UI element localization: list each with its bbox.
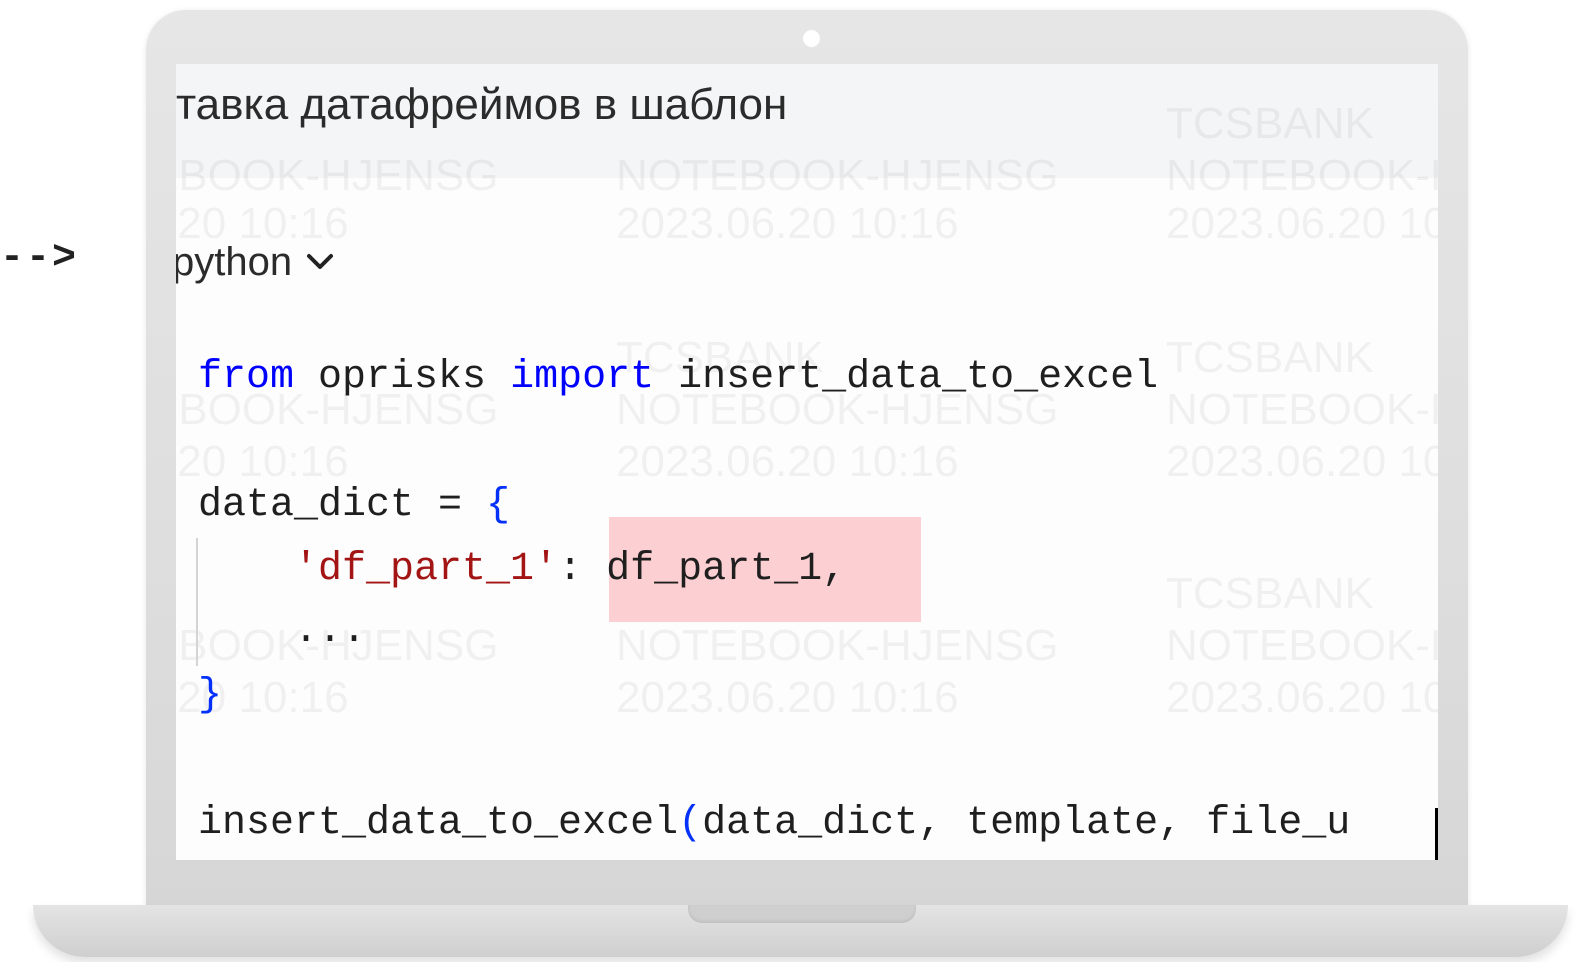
imported-name: insert_data_to_excel xyxy=(654,355,1159,400)
language-selector[interactable]: python xyxy=(176,234,334,290)
dict-value: df_part_1, xyxy=(606,547,847,592)
call-args: data_dict, template, file_u xyxy=(702,801,1351,846)
watermark-host: NOTEBOOK-HJENSG xyxy=(1166,621,1438,670)
keyword-from: from xyxy=(198,355,295,400)
title-bar: тавка датафреймов в шаблон xyxy=(176,64,1438,178)
code-line-dict-entry: 'df_part_1': df_part_1, xyxy=(198,540,846,600)
language-label: python xyxy=(176,239,293,284)
keyword-import: import xyxy=(510,355,655,400)
page-title: тавка датафреймов в шаблон xyxy=(176,80,788,129)
watermark-datetime: 2023.06.20 10:16 xyxy=(1166,673,1438,722)
code-line-dict-open: data_dict = { xyxy=(198,476,510,536)
code-line-call: insert_data_to_excel(data_dict, template… xyxy=(198,794,1350,854)
ellipsis: ... xyxy=(198,609,367,654)
watermark-host: NOTEBOOK-HJENSG xyxy=(616,621,1059,670)
function-name: insert_data_to_excel xyxy=(198,801,679,846)
open-paren: ( xyxy=(678,801,703,846)
key-separator: : xyxy=(558,547,607,592)
watermark: TCSBANK NOTEBOOK-HJENSG NOTEBOOK-HJENSG … xyxy=(176,64,1438,860)
chevron-down-icon xyxy=(307,254,334,269)
dict-assign: data_dict = xyxy=(198,483,487,528)
close-brace: } xyxy=(198,673,223,718)
code-line-dict-close: } xyxy=(198,666,222,726)
laptop-base xyxy=(33,905,1568,957)
watermark-host: NOTEBOOK-HJENSG xyxy=(1166,385,1438,434)
open-brace: { xyxy=(486,483,511,528)
pointer-arrow: --> xyxy=(0,236,79,281)
text-cursor xyxy=(1435,808,1438,860)
watermark-org: TCSBANK xyxy=(1166,569,1374,618)
watermark-datetime: 2023.06.20 10:16 xyxy=(1166,437,1438,486)
watermark-datetime: 2023.06.20 10:16 xyxy=(616,437,959,486)
screen: тавка датафреймов в шаблон TCSBANK NOTEB… xyxy=(176,64,1438,860)
laptop-notch xyxy=(688,905,916,923)
code-line-import: from oprisks import insert_data_to_excel xyxy=(198,348,1158,408)
dict-key: 'df_part_1' xyxy=(294,547,559,592)
camera-icon xyxy=(803,30,820,47)
watermark-datetime: 2023.06.20 10:16 xyxy=(616,199,959,248)
watermark-datetime: 2023.06.20 10:16 xyxy=(616,673,959,722)
code-line-ellipsis: ... xyxy=(198,602,366,662)
watermark-datetime: 2023.06.20 10:16 xyxy=(1166,199,1438,248)
watermark-org: TCSBANK xyxy=(1166,333,1374,382)
module-name: oprisks xyxy=(294,355,511,400)
